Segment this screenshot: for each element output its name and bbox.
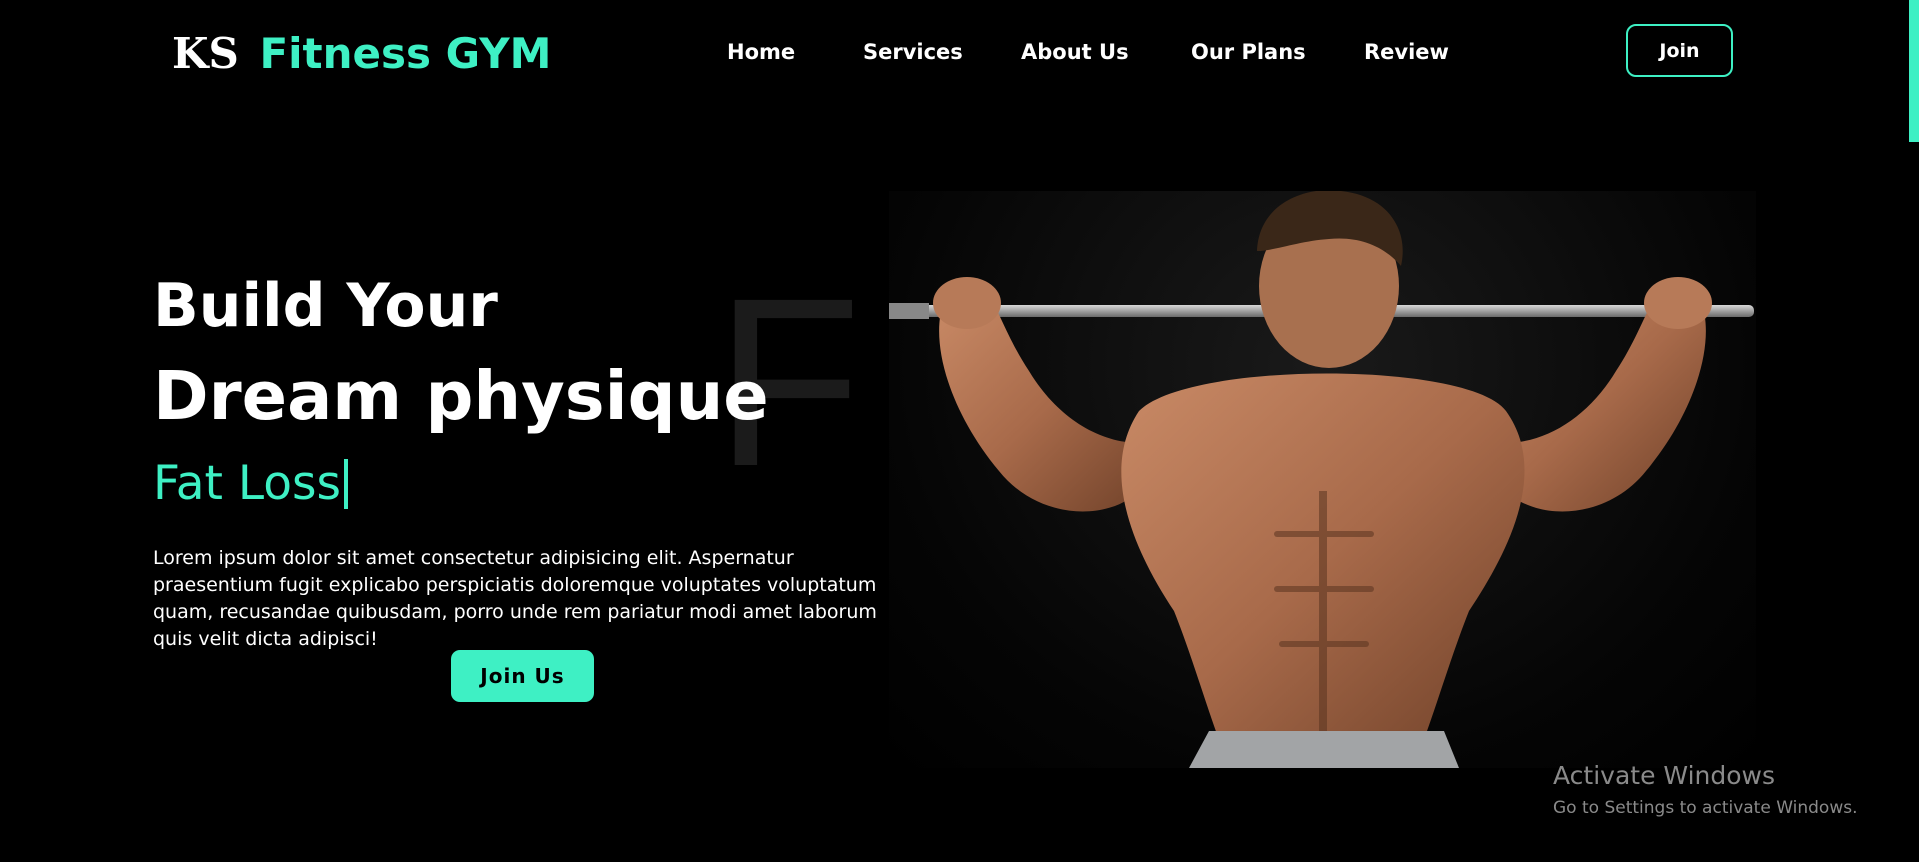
hero-title-line1: Build Your [153,271,498,341]
join-button[interactable]: Join [1626,24,1733,77]
hero-image [889,191,1756,768]
hero-title-line2: Dream physique [153,357,769,435]
join-us-button[interactable]: Join Us [451,650,594,702]
site-logo[interactable]: KS Fitness GYM [172,28,551,80]
typed-word: Fat Loss [153,456,341,511]
activate-windows-subtitle: Go to Settings to activate Windows. [1553,798,1858,818]
site-header: KS Fitness GYM Home Services About Us Ou… [0,0,1919,106]
scrollbar-thumb[interactable] [1909,0,1919,142]
logo-prefix: KS [172,29,239,78]
hero-description: Lorem ipsum dolor sit amet consectetur a… [153,547,877,650]
page: KS Fitness GYM Home Services About Us Ou… [0,0,1919,862]
nav-review[interactable]: Review [1364,36,1449,68]
activate-windows-title: Activate Windows [1553,761,1775,790]
nav-our-plans[interactable]: Our Plans [1191,36,1306,68]
bodybuilder-icon [889,191,1754,768]
logo-brand: Fitness GYM [259,29,552,78]
hero-typed-text: Fat Loss [153,452,348,516]
typing-caret [343,459,348,509]
nav-about-us[interactable]: About Us [1021,36,1129,68]
activate-windows-overlay: Activate Windows Go to Settings to activ… [1553,760,1858,820]
nav-home[interactable]: Home [727,36,795,68]
nav-services[interactable]: Services [863,36,963,68]
